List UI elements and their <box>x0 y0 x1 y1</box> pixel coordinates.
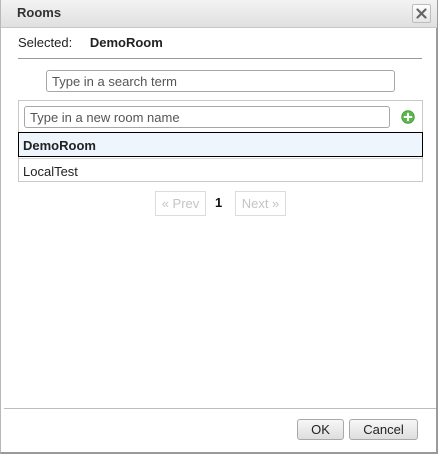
current-page-number[interactable]: 1 <box>215 195 222 210</box>
selected-label: Selected: <box>18 35 73 50</box>
room-list-item-localtest[interactable]: LocalTest <box>19 158 422 183</box>
selected-room-row: Selected: DemoRoom <box>18 35 163 50</box>
room-list-item-demoroom[interactable]: DemoRoom <box>18 132 423 157</box>
dialog-title: Rooms <box>17 5 62 20</box>
rooms-list-panel: DemoRoom LocalTest <box>18 100 423 182</box>
dialog-titlebar[interactable]: Rooms <box>1 0 437 28</box>
selected-room-value: DemoRoom <box>89 35 163 50</box>
ok-button[interactable]: OK <box>297 419 344 440</box>
prev-page-button[interactable]: « Prev <box>155 191 206 216</box>
close-icon <box>416 8 427 19</box>
add-room-icon[interactable] <box>401 110 415 124</box>
search-input[interactable] <box>46 70 395 92</box>
next-page-button[interactable]: Next » <box>235 191 286 216</box>
close-button[interactable] <box>412 4 431 23</box>
footer-divider <box>4 408 436 409</box>
divider <box>18 58 422 59</box>
cancel-button[interactable]: Cancel <box>349 419 418 440</box>
new-room-name-input[interactable] <box>24 106 390 128</box>
rooms-dialog: Rooms Selected: DemoRoom DemoRoom LocalT… <box>0 0 438 454</box>
